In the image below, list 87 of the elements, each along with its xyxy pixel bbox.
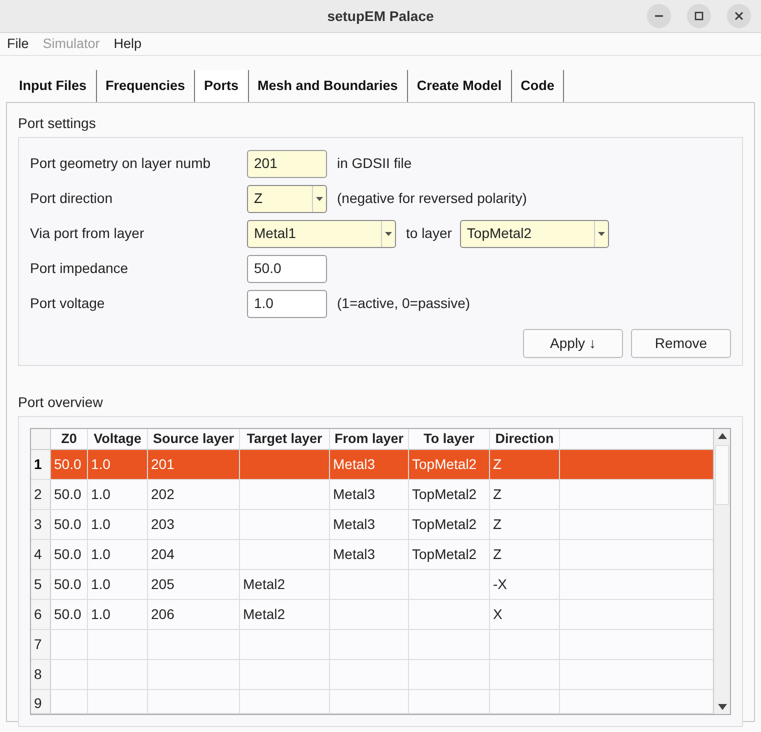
table-cell: Metal2 <box>240 600 330 629</box>
table-cell: X <box>490 600 560 629</box>
maximize-icon <box>693 10 705 22</box>
table-cell: 50.0 <box>51 570 88 599</box>
table-cell: 203 <box>148 510 240 539</box>
menu-item[interactable]: File <box>7 34 29 54</box>
table-cell: 1.0 <box>88 510 148 539</box>
column-header[interactable]: From layer <box>330 429 409 449</box>
field-label: Port impedance <box>30 259 130 278</box>
group-title: Port overview <box>18 393 104 412</box>
close-icon <box>733 10 745 22</box>
scroll-up-icon[interactable] <box>718 433 726 439</box>
dropdown[interactable]: Metal1 <box>247 220 396 248</box>
table-cell: Z <box>490 450 560 479</box>
action-button[interactable]: Remove <box>631 329 731 358</box>
row-header[interactable]: 1 <box>31 450 51 479</box>
field-label: Port geometry on layer numb <box>30 154 212 173</box>
scrollbar[interactable] <box>713 429 730 714</box>
table-cell: Z <box>490 540 560 569</box>
table-cell: 204 <box>148 540 240 569</box>
field-label: Port voltage <box>30 294 106 313</box>
table-cell: 1.0 <box>88 450 148 479</box>
input-field[interactable]: 1.0 <box>247 290 327 318</box>
field-label: Via port from layer <box>30 224 146 243</box>
column-header[interactable]: Z0 <box>51 429 88 449</box>
close-button[interactable] <box>727 4 751 28</box>
dropdown[interactable]: TopMetal2 <box>460 220 609 248</box>
scroll-thumb[interactable] <box>715 445 729 505</box>
row-header[interactable]: 4 <box>31 540 51 569</box>
row-header[interactable]: 5 <box>31 570 51 599</box>
table-cell: 50.0 <box>51 450 88 479</box>
table-cell: 1.0 <box>88 600 148 629</box>
column-header[interactable]: Target layer <box>240 429 330 449</box>
table-cell: TopMetal2 <box>409 510 490 539</box>
hint-text: (negative for reversed polarity) <box>337 189 527 208</box>
table-cell: Metal3 <box>330 450 409 479</box>
column-header[interactable]: Source layer <box>148 429 240 449</box>
tab[interactable]: Ports <box>194 70 249 102</box>
scroll-down-icon[interactable] <box>718 704 726 710</box>
table-cell: Z <box>490 480 560 509</box>
table-cell: 50.0 <box>51 480 88 509</box>
column-header[interactable]: Direction <box>490 429 560 449</box>
table-cell: 201 <box>148 450 240 479</box>
table-cell: TopMetal2 <box>409 450 490 479</box>
table-cell: Metal3 <box>330 540 409 569</box>
action-button[interactable]: Apply ↓ <box>523 329 623 358</box>
table-cell: 1.0 <box>88 480 148 509</box>
input-field[interactable]: 201 <box>247 150 327 178</box>
menu-item[interactable]: Help <box>114 34 142 54</box>
table-cell: 1.0 <box>88 570 148 599</box>
minimize-button[interactable] <box>647 4 671 28</box>
window-title: setupEM Palace <box>327 6 434 26</box>
table-cell: Metal3 <box>330 480 409 509</box>
group-title: Port settings <box>18 114 97 133</box>
field-label: Port direction <box>30 189 114 208</box>
table-cell: Metal2 <box>240 570 330 599</box>
row-header[interactable]: 6 <box>31 600 51 629</box>
minimize-icon <box>655 15 663 17</box>
input-field[interactable]: 50.0 <box>247 254 327 282</box>
table-cell: 50.0 <box>51 600 88 629</box>
table-cell: Metal3 <box>330 510 409 539</box>
hint-text: (1=active, 0=passive) <box>337 294 470 313</box>
table-cell: -X <box>490 570 560 599</box>
table-cell: 50.0 <box>51 510 88 539</box>
caret-icon <box>385 232 392 236</box>
field-label: to layer <box>406 224 452 243</box>
caret-icon <box>598 232 605 236</box>
row-header[interactable]: 9 <box>31 690 51 713</box>
dropdown[interactable]: Z <box>247 184 327 212</box>
table-cell: 205 <box>148 570 240 599</box>
table-cell: TopMetal2 <box>409 480 490 509</box>
column-header[interactable]: To layer <box>409 429 490 449</box>
hint-text: in GDSII file <box>337 154 412 173</box>
table-cell: 1.0 <box>88 540 148 569</box>
row-header[interactable]: 3 <box>31 510 51 539</box>
table-cell: TopMetal2 <box>409 540 490 569</box>
corner-cell[interactable] <box>31 429 51 449</box>
table-cell: 50.0 <box>51 540 88 569</box>
column-header[interactable]: Voltage <box>88 429 148 449</box>
table-cell: 206 <box>148 600 240 629</box>
row-header[interactable]: 7 <box>31 630 51 659</box>
maximize-button[interactable] <box>687 4 711 28</box>
caret-icon <box>316 196 323 200</box>
row-header[interactable]: 8 <box>31 660 51 689</box>
table-cell: Z <box>490 510 560 539</box>
row-header[interactable]: 2 <box>31 480 51 509</box>
table-cell: 202 <box>148 480 240 509</box>
